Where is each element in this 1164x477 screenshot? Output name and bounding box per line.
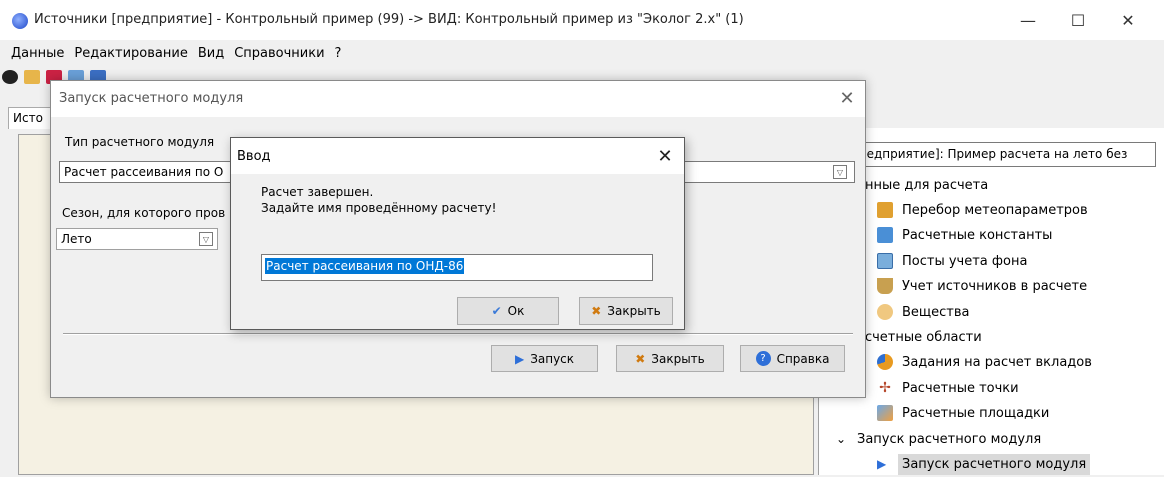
checkmark-icon: ✔ xyxy=(491,304,502,318)
pie-chart-icon xyxy=(877,354,893,370)
tree-item-launch-module[interactable]: ▶ Запуск расчетного модуля xyxy=(877,451,1091,477)
season-label: Сезон, для которого пров xyxy=(62,206,226,220)
chevron-down-icon[interactable]: ▽ xyxy=(199,232,213,246)
app-icon xyxy=(12,13,28,29)
play-icon: ▶ xyxy=(514,351,525,366)
title-bar: Источники [предприятие] - Контрольный пр… xyxy=(0,0,1164,40)
menu-data[interactable]: Данные xyxy=(6,46,69,61)
tree-group-launch-module[interactable]: ⌄ Запуск расчетного модуля xyxy=(836,426,1041,452)
dialog-title-bar: Ввод ✕ xyxy=(231,138,684,174)
dialog-title: Ввод xyxy=(237,149,271,164)
calc-name-input[interactable]: Расчет рассеивания по ОНД-86 xyxy=(261,254,653,281)
menu-view[interactable]: Вид xyxy=(193,46,229,61)
dialog-title: Запуск расчетного модуля xyxy=(59,91,244,106)
tree-item-constants[interactable]: Расчетные константы xyxy=(877,222,1052,248)
tree-item-calc-areas[interactable]: Расчетные площадки xyxy=(877,400,1049,426)
tree-group-calc-areas[interactable]: асчетные области xyxy=(857,324,982,350)
close-x-icon: ✖ xyxy=(591,304,602,318)
back-icon[interactable] xyxy=(2,70,18,84)
close-icon[interactable]: ✕ xyxy=(653,145,677,169)
open-icon[interactable] xyxy=(24,70,40,84)
run-button[interactable]: ▶ Запуск xyxy=(491,345,598,372)
selected-text: Расчет рассеивания по ОНД-86 xyxy=(265,258,465,274)
sources-filter-icon xyxy=(877,278,893,294)
tree-item-calc-points[interactable]: ✢ Расчетные точки xyxy=(877,375,1018,401)
tree-item-substances[interactable]: Вещества xyxy=(877,299,970,325)
tree-group-calc-data[interactable]: анные для расчета xyxy=(857,172,988,198)
chevron-down-icon[interactable]: ⌄ xyxy=(836,432,848,446)
input-dialog: Ввод ✕ Расчет завершен. Задайте имя пров… xyxy=(230,137,685,330)
help-button[interactable]: ? Справка xyxy=(740,345,845,372)
close-button[interactable]: ✖ Закрыть xyxy=(616,345,724,372)
close-window-button[interactable]: ✕ xyxy=(1105,6,1151,34)
help-icon: ? xyxy=(755,351,771,366)
tree-item-contribution-tasks[interactable]: Задания на расчет вкладов xyxy=(877,349,1092,375)
close-button[interactable]: ✖ Закрыть xyxy=(579,297,673,325)
tree-item-sources-filter[interactable]: Учет источников в расчете xyxy=(877,273,1087,299)
module-type-label: Тип расчетного модуля xyxy=(65,135,215,149)
menu-bar: Данные Редактирование Вид Справочники ? xyxy=(0,40,1164,66)
season-select[interactable]: Лето xyxy=(56,228,218,250)
close-x-icon: ✖ xyxy=(635,351,646,366)
constants-icon xyxy=(877,227,893,243)
separator xyxy=(63,333,853,335)
substances-icon xyxy=(877,304,893,320)
window-title: Источники [предприятие] - Контрольный пр… xyxy=(34,12,744,27)
areas-icon xyxy=(877,405,893,421)
close-icon[interactable]: ✕ xyxy=(835,87,859,111)
ok-button[interactable]: ✔ Ок xyxy=(457,297,559,325)
tree-header: редприятие]: Пример расчета на лето без xyxy=(852,142,1156,167)
meteo-icon xyxy=(877,202,893,218)
minimize-button[interactable]: — xyxy=(1005,6,1051,34)
message-line-2: Задайте имя проведённому расчету! xyxy=(261,201,497,215)
background-posts-icon xyxy=(877,253,893,269)
menu-edit[interactable]: Редактирование xyxy=(69,46,192,61)
message-line-1: Расчет завершен. xyxy=(261,185,374,199)
tree-item-meteo[interactable]: Перебор метеопараметров xyxy=(877,197,1088,223)
points-icon: ✢ xyxy=(879,380,891,396)
menu-references[interactable]: Справочники xyxy=(229,46,329,61)
tree-item-background-posts[interactable]: Посты учета фона xyxy=(877,248,1027,274)
dialog-title-bar: Запуск расчетного модуля ✕ xyxy=(51,81,865,117)
play-icon: ▶ xyxy=(877,457,887,471)
menu-help[interactable]: ? xyxy=(330,46,347,61)
maximize-button[interactable]: ☐ xyxy=(1055,6,1101,34)
tab-sources[interactable]: Исто xyxy=(8,107,54,129)
chevron-down-icon[interactable]: ▽ xyxy=(833,165,847,179)
